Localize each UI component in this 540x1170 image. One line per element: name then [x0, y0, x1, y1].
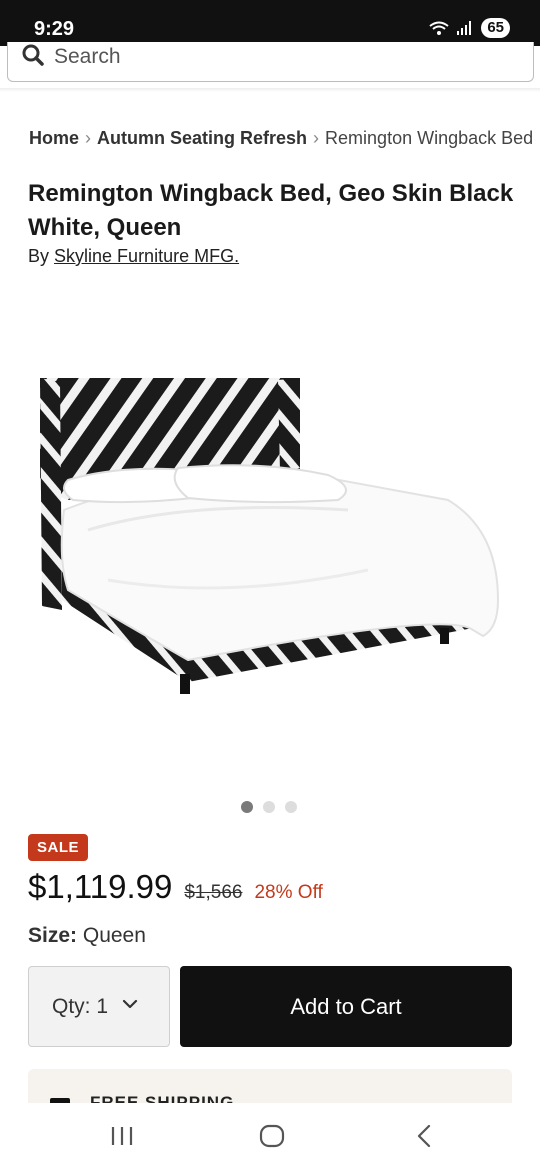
- battery-indicator: 65: [481, 18, 510, 38]
- chevron-right-icon: ›: [85, 128, 92, 148]
- wifi-icon: [429, 21, 449, 35]
- sale-price: $1,119.99: [28, 868, 173, 905]
- header-divider: [0, 88, 540, 92]
- quantity-label: Qty: 1: [52, 994, 109, 1018]
- breadcrumb: Home › Autumn Seating Refresh › Remingto…: [29, 128, 540, 149]
- quantity-select[interactable]: Qty: 1: [28, 966, 170, 1047]
- signal-icon: [457, 21, 472, 35]
- back-icon[interactable]: [414, 1123, 434, 1149]
- image-carousel-dots: [241, 801, 297, 813]
- add-to-cart-button[interactable]: Add to Cart: [180, 966, 512, 1047]
- carousel-dot-2[interactable]: [263, 801, 275, 813]
- price-row: $1,119.99 $1,566 28% Off: [28, 868, 323, 906]
- product-byline: By Skyline Furniture MFG.: [28, 246, 239, 267]
- search-icon: [22, 44, 44, 66]
- carousel-dot-3[interactable]: [285, 801, 297, 813]
- size-row: Size: Queen: [28, 924, 146, 948]
- home-icon[interactable]: [259, 1123, 285, 1149]
- discount-label: 28% Off: [254, 882, 323, 903]
- carousel-dot-1[interactable]: [241, 801, 253, 813]
- byline-prefix: By: [28, 246, 50, 266]
- status-bar: 9:29 65: [0, 0, 540, 46]
- size-label: Size:: [28, 924, 78, 947]
- product-image[interactable]: [28, 360, 508, 700]
- breadcrumb-category-link[interactable]: Autumn Seating Refresh: [97, 128, 307, 149]
- size-value: Queen: [82, 924, 146, 947]
- sale-badge: SALE: [28, 834, 89, 861]
- chevron-down-icon: [122, 999, 138, 1008]
- chevron-right-icon: ›: [313, 128, 320, 148]
- status-time: 9:29: [34, 18, 75, 40]
- search-input[interactable]: [54, 42, 514, 72]
- system-nav-bar: [0, 1103, 540, 1170]
- breadcrumb-home-link[interactable]: Home: [29, 128, 79, 149]
- recents-icon[interactable]: [110, 1123, 134, 1149]
- brand-link[interactable]: Skyline Furniture MFG.: [54, 246, 239, 266]
- breadcrumb-current: Remington Wingback Bed: [325, 128, 534, 148]
- original-price: $1,566: [184, 882, 243, 903]
- product-title: Remington Wingback Bed, Geo Skin Black W…: [28, 180, 514, 241]
- status-icons: 65: [429, 18, 510, 38]
- search-bar[interactable]: [7, 42, 534, 82]
